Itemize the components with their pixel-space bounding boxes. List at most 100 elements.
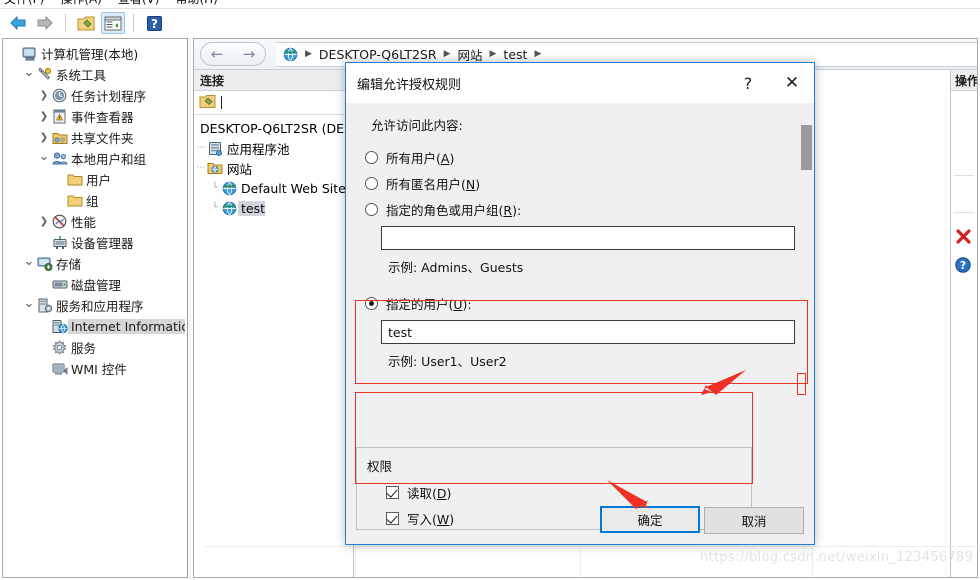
chevron-down-icon[interactable]: ⌄ [22,66,36,79]
menu-help[interactable]: 帮助(H) [175,0,217,7]
clock-icon [51,88,68,103]
close-icon[interactable]: ✕ [770,68,814,98]
connection-node-1[interactable]: ⋯ 网站 [194,158,353,178]
blue-help-icon: ? [955,256,971,276]
connections-pane: 连接 DESKTOP-Q6LT2SR (DESI ⋯ 应用程序池 ⋯ 网站 └ Defau… [194,70,356,577]
connections-root-label: DESKTOP-Q6LT2SR (DESI [200,120,356,136]
dialog-scrollbar-thumb[interactable] [801,125,812,170]
tree-node-8[interactable]: ❯ 性能 [3,211,187,232]
dialog-title: 编辑允许授权规则 [357,77,462,93]
background-gridline-4 [205,546,980,547]
tree-node-2[interactable]: ❯ 任务计划程序 [3,85,187,106]
tree-line: ⋯ [196,143,206,153]
services-apps-icon [36,298,53,313]
computer-icon [21,47,38,61]
wmi-icon [51,362,68,376]
tree-node-13[interactable]: Internet Information S [3,316,187,337]
radio-all-anonymous-users-indicator[interactable] [365,176,378,190]
pane-splitter[interactable] [188,38,192,578]
console-tree-pane[interactable]: 计算机管理(本地) ⌄ 系统工具 ❯ 任务计划程序 ❯ 事件查看器 ❯ 共享文件夹 ⌄ 本地用户和组… [2,38,188,578]
tree-node-6[interactable]: 用户 [3,169,187,190]
tree-node-0[interactable]: 计算机管理(本地) [3,43,187,64]
connections-tree[interactable]: DESKTOP-Q6LT2SR (DESI ⋯ 应用程序池 ⋯ 网站 └ Default … [194,115,356,218]
cancel-button[interactable]: 取消 [704,507,804,534]
permissions-group-title: 权限 [367,459,393,474]
radio-all-users[interactable]: 所有用户(A) [364,144,796,170]
back-icon[interactable] [6,12,30,34]
tree-node-7[interactable]: 组 [3,190,187,211]
forward-icon[interactable] [33,12,57,34]
menu-file[interactable]: 文件(F) [4,0,44,7]
tree-node-label: 共享文件夹 [71,131,134,146]
menu-view[interactable]: 查看(V) [118,0,160,7]
tree-node-3[interactable]: ❯ 事件查看器 [3,106,187,127]
menu-action[interactable]: 操作(A) [60,0,102,7]
globe-icon [283,47,298,62]
iis-nav-buttons[interactable]: ← → [200,42,266,66]
tree-node-label: 磁盘管理 [71,278,122,293]
actions-title: 操作 [951,70,977,91]
connection-node-2[interactable]: └ Default Web Site [194,178,353,198]
roles-input[interactable] [381,226,795,250]
connect-to-server-icon[interactable] [199,94,216,112]
tree-node-4[interactable]: ❯ 共享文件夹 [3,127,187,148]
tree-node-11[interactable]: 磁盘管理 [3,274,187,295]
tree-node-label: 服务 [71,341,97,356]
tree-node-label: 任务计划程序 [71,89,147,104]
chevron-down-icon[interactable]: ⌄ [22,297,36,310]
breadcrumb-item-server[interactable]: DESKTOP-Q6LT2SR [316,47,440,62]
chevron-down-icon[interactable]: ⌄ [22,255,36,268]
chevron-right-icon[interactable]: ❯ [37,90,51,101]
screen-root: 文件(F) 操作(A) 查看(V) 帮助(H) [0,0,980,580]
chevron-right-icon[interactable]: ❯ [37,132,51,143]
folder-icon [66,194,83,207]
radio-all-users-indicator[interactable] [365,150,378,164]
remove-action[interactable] [951,227,977,249]
tree-node-9[interactable]: 设备管理器 [3,232,187,253]
breadcrumb-item-sites[interactable]: 网站 [454,45,485,64]
services-icon [51,340,68,355]
tree-node-5[interactable]: ⌄ 本地用户和组 [3,148,187,169]
connections-root-node[interactable]: DESKTOP-Q6LT2SR (DESI [194,118,356,138]
actions-divider-1 [954,175,974,176]
connections-toolbar [194,91,353,115]
radio-specified-users[interactable]: 指定的用户(U): [364,290,796,316]
ok-button[interactable]: 确定 [600,506,700,533]
connections-title: 连接 [194,70,353,91]
radio-all-anonymous-users[interactable]: 所有匿名用户(N) [364,170,796,196]
shared-folder-icon [51,131,68,145]
connection-node-0[interactable]: ⋯ 应用程序池 [194,138,353,158]
tree-line: ⋯ [196,163,206,173]
radio-all-users-label: 所有用户(A) [386,150,455,166]
radio-specified-roles-indicator[interactable] [365,202,378,216]
tree-node-10[interactable]: ⌄ 存储 [3,253,187,274]
show-hide-console-tree-icon[interactable] [101,12,125,34]
chevron-down-icon[interactable]: ⌄ [37,150,51,163]
tree-node-1[interactable]: ⌄ 系统工具 [3,64,187,85]
dialog-scrollbar[interactable] [799,103,814,482]
iis-back-icon[interactable]: ← [211,45,224,63]
chevron-right-icon[interactable]: ❯ [37,111,51,122]
iis-forward-icon[interactable]: → [243,45,256,63]
radio-specified-roles[interactable]: 指定的角色或用户组(R): [364,196,796,222]
tree-line: └ [212,183,218,193]
help-action[interactable]: ? [951,255,977,277]
tree-node-15[interactable]: WMI 控件 [3,358,187,379]
help-icon[interactable]: ? [142,12,166,34]
tree-node-label: 事件查看器 [71,110,134,125]
tree-node-12[interactable]: ⌄ 服务和应用程序 [3,295,187,316]
users-input[interactable]: test [381,320,795,344]
tree-node-14[interactable]: 服务 [3,337,187,358]
connection-node-3[interactable]: └ test [194,198,353,218]
actions-pane: 操作 ? [951,70,977,577]
storage-icon [36,257,53,271]
radio-specified-users-indicator[interactable] [365,296,378,310]
chevron-right-icon[interactable]: ❯ [37,216,51,227]
tree-node-label: 计算机管理(本地) [41,47,139,62]
globe-icon [220,181,238,196]
dialog-help-button[interactable]: ? [726,68,770,98]
breadcrumb-item-test[interactable]: test [500,47,530,62]
properties-icon[interactable] [74,12,98,34]
breadcrumb-sep-2: ▶ [489,49,497,59]
connection-node-label: 应用程序池 [227,141,290,157]
